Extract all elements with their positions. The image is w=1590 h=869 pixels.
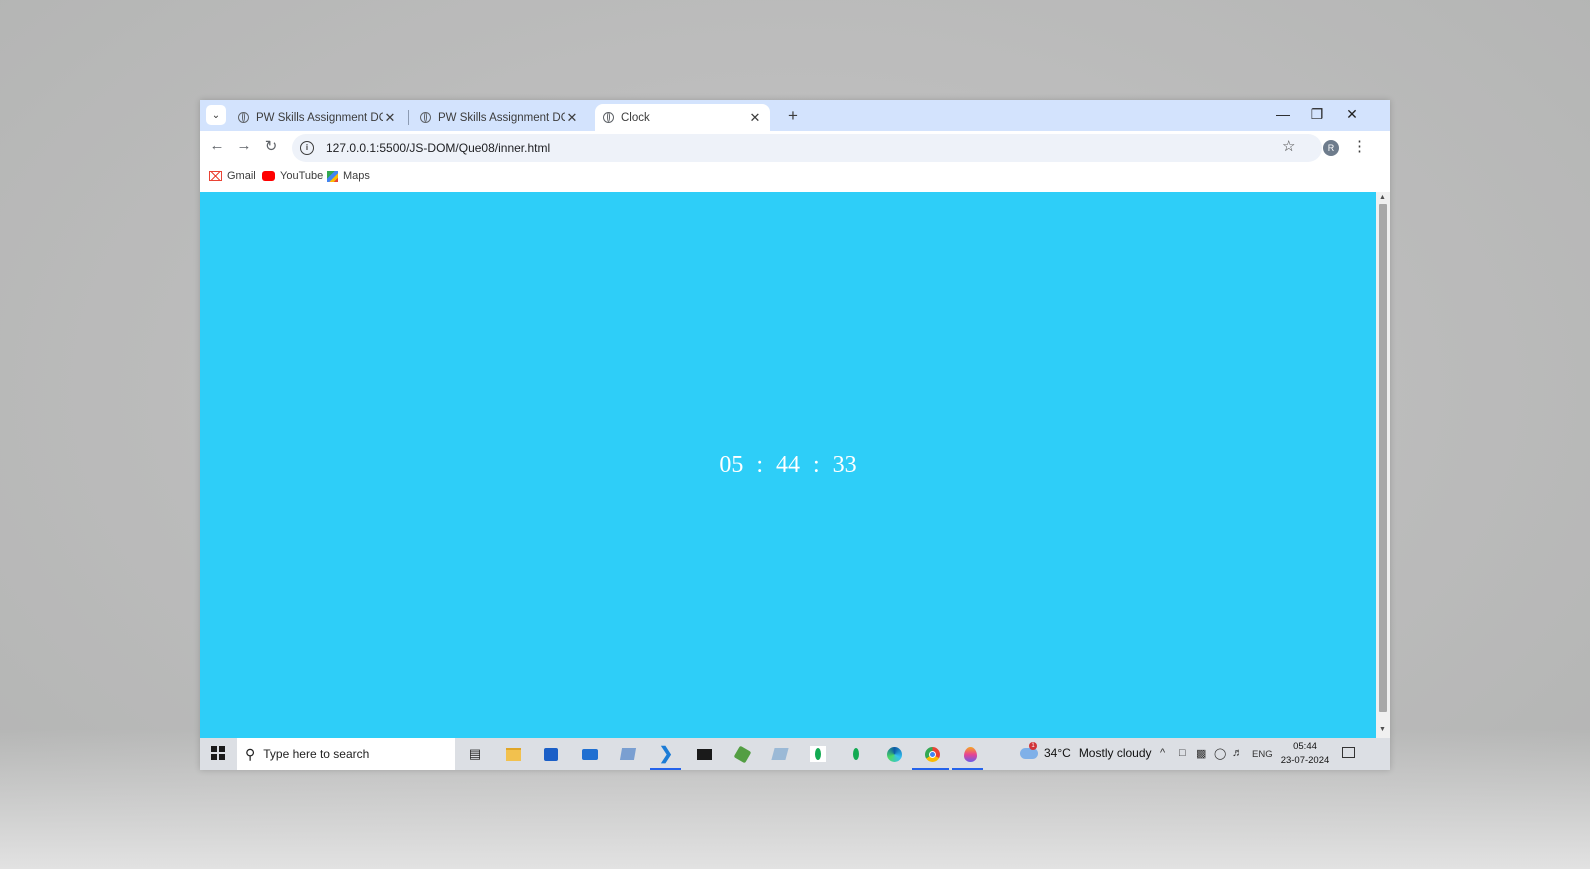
globe-icon [238, 112, 249, 123]
gmail-icon [209, 171, 222, 181]
scrollbar-thumb[interactable] [1379, 204, 1387, 712]
app-icon[interactable] [618, 744, 638, 764]
store-icon[interactable] [541, 744, 561, 764]
search-placeholder: Type here to search [263, 747, 370, 761]
close-icon[interactable]: ✕ [383, 110, 397, 126]
terminal-icon[interactable] [694, 744, 714, 764]
cloud-icon: 1 [1020, 741, 1038, 759]
browser-toolbar: ← → ↻ i 127.0.0.1:5500/JS-DOM/Que08/inne… [200, 131, 1390, 165]
globe-icon [420, 112, 431, 123]
language-indicator[interactable]: ENG [1252, 749, 1273, 760]
nodejs-icon[interactable] [732, 744, 752, 764]
back-button[interactable]: ← [206, 137, 228, 154]
weather-badge: 1 [1029, 741, 1037, 750]
bookmark-gmail[interactable]: Gmail [209, 170, 256, 182]
maps-icon [327, 170, 338, 182]
site-info-icon[interactable]: i [300, 141, 314, 155]
close-icon[interactable]: ✕ [565, 110, 579, 126]
tab-title: PW Skills Assignment DOM-Ma [438, 111, 565, 124]
bookmark-maps[interactable]: Maps [327, 170, 370, 182]
weather-condition: Mostly cloudy [1078, 746, 1152, 760]
task-view-icon[interactable]: ▤ [465, 744, 485, 764]
chevron-up-icon[interactable]: ^ [1160, 747, 1165, 759]
reload-button[interactable]: ↻ [260, 137, 282, 155]
clock-minutes: 44 [776, 451, 800, 478]
url-text: 127.0.0.1:5500/JS-DOM/Que08/inner.html [326, 141, 551, 155]
profile-avatar[interactable]: R [1323, 140, 1339, 156]
vscode-icon[interactable]: ❯ [656, 744, 676, 764]
volume-icon[interactable]: ♬ [1232, 747, 1243, 759]
close-icon[interactable]: ✕ [748, 110, 762, 126]
tab-clock[interactable]: Clock ✕ [595, 104, 770, 131]
active-app-indicator [952, 768, 983, 770]
bookmark-star-icon[interactable]: ☆ [1282, 137, 1295, 155]
bookmark-youtube[interactable]: YouTube [262, 170, 323, 182]
page-scrollbar[interactable]: ▲ ▼ [1376, 192, 1390, 738]
tab-title: Clock [621, 111, 650, 124]
weather-widget[interactable]: 1 34°C Mostly cloudy [1020, 741, 1152, 760]
clock-hours: 05 [719, 451, 744, 478]
globe-icon [603, 112, 614, 123]
menu-kebab-icon[interactable]: ⋮ [1352, 137, 1367, 155]
address-bar[interactable]: i 127.0.0.1:5500/JS-DOM/Que08/inner.html [292, 134, 1322, 162]
active-app-indicator [912, 768, 949, 770]
scroll-down-arrow-icon[interactable]: ▼ [1379, 726, 1386, 733]
tab-strip: ⌄ PW Skills Assignment DOM-Ma ✕ PW Skill… [200, 100, 1390, 131]
app-icon[interactable] [770, 744, 790, 764]
bookmark-label: Gmail [227, 170, 256, 182]
mongodb-icon[interactable] [846, 744, 866, 764]
youtube-icon [262, 171, 275, 181]
chevron-down-icon: ⌄ [211, 109, 221, 121]
network-globe-icon[interactable]: ◯ [1214, 747, 1226, 760]
tray-time: 05:44 [1293, 741, 1317, 752]
meet-icon[interactable]: □ [1179, 747, 1186, 759]
mail-icon[interactable] [580, 744, 600, 764]
taskbar: ⚲ Type here to search ▤ ❯ 1 34°C Mostly … [200, 738, 1390, 770]
scroll-up-arrow-icon[interactable]: ▲ [1379, 194, 1386, 201]
edge-icon[interactable] [884, 744, 904, 764]
chrome-icon[interactable] [922, 744, 942, 764]
tab-separator [408, 110, 409, 125]
tray-date: 23-07-2024 [1280, 755, 1330, 766]
forward-button[interactable]: → [233, 137, 255, 154]
page-content: 05 : 44 : 33 [200, 192, 1376, 738]
bookmark-label: Maps [343, 170, 370, 182]
browser-window: ⌄ PW Skills Assignment DOM-Ma ✕ PW Skill… [200, 100, 1390, 770]
active-app-indicator [650, 768, 681, 770]
minimize-button[interactable]: — [1271, 106, 1295, 122]
bookmarks-bar: Gmail YouTube Maps [200, 165, 1390, 192]
taskbar-search-box[interactable]: ⚲ Type here to search [237, 738, 455, 770]
window-close-button[interactable]: ✕ [1340, 106, 1364, 123]
digital-clock: 05 : 44 : 33 [200, 192, 1376, 738]
tab-2[interactable]: PW Skills Assignment DOM-Ma ✕ [412, 104, 587, 131]
tab-1[interactable]: PW Skills Assignment DOM-Ma ✕ [230, 104, 405, 131]
restore-button[interactable]: ❐ [1305, 106, 1329, 123]
search-icon: ⚲ [245, 745, 256, 762]
clock-separator: : [756, 451, 763, 478]
paint-icon[interactable] [960, 744, 980, 764]
file-explorer-icon[interactable] [503, 744, 523, 764]
bookmark-label: YouTube [280, 170, 324, 182]
windows-start-icon[interactable] [211, 746, 225, 760]
display-icon[interactable]: ▩ [1196, 747, 1206, 760]
mongodb-compass-icon[interactable] [808, 744, 828, 764]
clock-separator: : [813, 451, 820, 478]
new-tab-button[interactable]: + [788, 106, 798, 126]
tab-title: PW Skills Assignment DOM-Ma [256, 111, 383, 124]
weather-temp: 34°C [1044, 746, 1071, 760]
clock-tray[interactable]: 05:44 23-07-2024 [1280, 740, 1330, 768]
notification-icon[interactable] [1342, 747, 1355, 758]
clock-seconds: 33 [832, 451, 857, 478]
tab-search-button[interactable]: ⌄ [206, 105, 226, 125]
